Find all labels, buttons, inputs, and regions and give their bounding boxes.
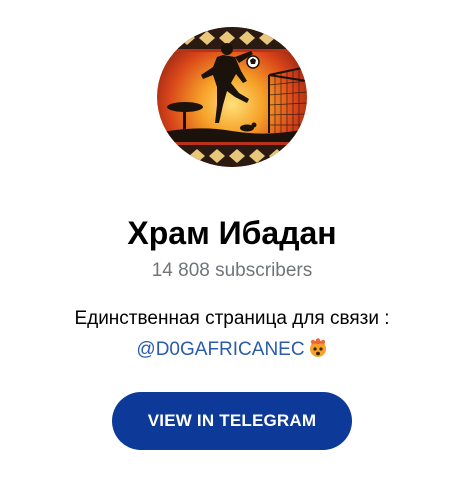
channel-title: Храм Ибадан — [127, 215, 337, 251]
channel-description: Единственная страница для связи : @D0GAF… — [22, 303, 442, 365]
footballer-silhouette-icon — [157, 27, 307, 167]
view-in-telegram-button[interactable]: VIEW IN TELEGRAM — [112, 392, 352, 450]
subscriber-count: 14 808 subscribers — [151, 260, 313, 281]
description-text: Единственная страница для связи : — [74, 308, 390, 329]
channel-avatar — [157, 27, 307, 167]
channel-preview: Храм Ибадан 14 808 subscribers Единствен… — [0, 0, 464, 490]
exploding-head-emoji-icon — [308, 337, 328, 357]
description-link-line: @D0GAFRICANEC — [22, 334, 442, 365]
contact-username-link[interactable]: @D0GAFRICANEC — [136, 339, 304, 360]
